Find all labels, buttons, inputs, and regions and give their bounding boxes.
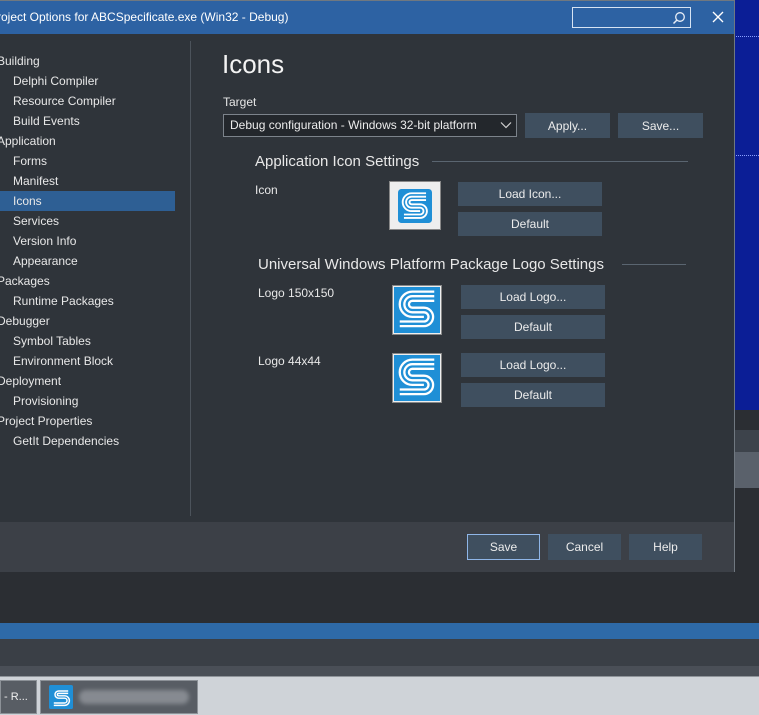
panel-divider[interactable]	[190, 41, 191, 516]
tree-item-deployment[interactable]: Deployment	[0, 371, 61, 391]
tree-item-symbol-tables[interactable]: Symbol Tables	[13, 331, 91, 351]
app-icon-preview	[389, 181, 441, 230]
taskbar-button-ide[interactable]: - R...	[0, 680, 37, 714]
close-button[interactable]	[706, 7, 730, 29]
tree-item-project-properties[interactable]: Project Properties	[0, 411, 92, 431]
save-button-label: Save	[489, 540, 518, 554]
apply-button[interactable]: Apply...	[525, 113, 610, 138]
designer-grid-line	[736, 155, 759, 156]
load-icon-button[interactable]: Load Icon...	[458, 182, 602, 206]
ide-background-band	[0, 666, 759, 676]
default-logo-150-button-label: Default	[513, 320, 553, 334]
tree-item-runtime-packages[interactable]: Runtime Packages	[13, 291, 114, 311]
target-label: Target	[223, 95, 257, 109]
load-logo-44-button-label: Load Logo...	[499, 358, 567, 372]
logo-44-preview	[392, 353, 442, 403]
tree-item-services[interactable]: Services	[13, 211, 59, 231]
taskbar-button-app[interactable]	[40, 680, 198, 714]
tree-item-manifest[interactable]: Manifest	[13, 171, 58, 191]
help-button[interactable]: Help	[629, 534, 702, 560]
tree-item-provisioning[interactable]: Provisioning	[13, 391, 78, 411]
default-icon-button-label: Default	[510, 217, 550, 231]
section-divider	[432, 161, 688, 162]
tree-item-debugger[interactable]: Debugger	[0, 311, 50, 331]
dialog-footer: Save Cancel Help	[0, 522, 734, 572]
options-tree: Building Delphi Compiler Resource Compil…	[0, 34, 190, 522]
section-divider	[622, 264, 686, 265]
default-logo-44-button-label: Default	[513, 388, 553, 402]
help-button-label: Help	[653, 540, 678, 554]
ide-status-band	[0, 623, 759, 639]
taskbar-button-label: - R...	[4, 691, 28, 703]
apply-button-label: Apply...	[547, 118, 588, 133]
default-logo-150-button[interactable]: Default	[461, 315, 605, 339]
icon-label: Icon	[255, 183, 278, 197]
load-logo-150-button-label: Load Logo...	[499, 290, 567, 304]
default-logo-44-button[interactable]: Default	[461, 383, 605, 407]
window-title: roject Options for ABCSpecificate.exe (W…	[0, 10, 289, 24]
save-config-button[interactable]: Save...	[618, 113, 703, 138]
app-icon-section-title: Application Icon Settings	[255, 153, 420, 170]
tree-item-resource-compiler[interactable]: Resource Compiler	[13, 91, 116, 111]
uwp-section-title: Universal Windows Platform Package Logo …	[258, 256, 604, 273]
ide-background	[734, 488, 759, 623]
ide-background-designer	[734, 0, 759, 410]
tree-item-packages[interactable]: Packages	[0, 271, 50, 291]
save-button[interactable]: Save	[467, 534, 540, 560]
options-search-input[interactable]	[572, 7, 691, 28]
tree-item-delphi-compiler[interactable]: Delphi Compiler	[13, 71, 98, 91]
page-title: Icons	[222, 49, 285, 79]
load-logo-44-button[interactable]: Load Logo...	[461, 353, 605, 377]
search-icon	[672, 11, 686, 25]
cancel-button[interactable]: Cancel	[548, 534, 621, 560]
ide-background	[734, 430, 759, 452]
target-select[interactable]: Debug configuration - Windows 32-bit pla…	[223, 114, 517, 137]
app-logo-icon	[398, 188, 432, 223]
logo-44-label: Logo 44x44	[258, 354, 321, 368]
load-icon-button-label: Load Icon...	[498, 187, 562, 201]
tree-item-building[interactable]: Building	[0, 51, 40, 71]
ide-background	[734, 410, 759, 430]
logo-150-label: Logo 150x150	[258, 286, 335, 300]
tree-item-environment-block[interactable]: Environment Block	[13, 351, 113, 371]
close-icon	[712, 11, 724, 26]
app-logo-icon	[394, 287, 440, 333]
save-config-button-label: Save...	[641, 118, 680, 133]
tree-item-icons[interactable]: Icons	[0, 191, 175, 211]
tree-item-version-info[interactable]: Version Info	[13, 231, 76, 251]
ide-background	[734, 452, 759, 488]
title-bar[interactable]: roject Options for ABCSpecificate.exe (W…	[0, 1, 734, 34]
app-logo-icon	[49, 685, 73, 709]
app-logo-icon	[394, 355, 440, 401]
tree-item-appearance[interactable]: Appearance	[13, 251, 78, 271]
designer-grid-line	[736, 36, 759, 37]
taskbar-title-redacted	[79, 690, 189, 704]
tree-item-application[interactable]: Application	[0, 131, 56, 151]
ide-background-band	[0, 639, 759, 666]
logo-150-preview	[392, 285, 442, 335]
project-options-dialog: roject Options for ABCSpecificate.exe (W…	[0, 0, 735, 572]
taskbar: - R...	[0, 676, 759, 715]
chevron-down-icon	[499, 118, 513, 132]
default-icon-button[interactable]: Default	[458, 212, 602, 236]
tree-item-forms[interactable]: Forms	[13, 151, 47, 171]
tree-item-getit-dependencies[interactable]: GetIt Dependencies	[13, 431, 119, 451]
tree-item-build-events[interactable]: Build Events	[13, 111, 80, 131]
load-logo-150-button[interactable]: Load Logo...	[461, 285, 605, 309]
target-select-value: Debug configuration - Windows 32-bit pla…	[230, 118, 477, 132]
cancel-button-label: Cancel	[565, 540, 604, 554]
